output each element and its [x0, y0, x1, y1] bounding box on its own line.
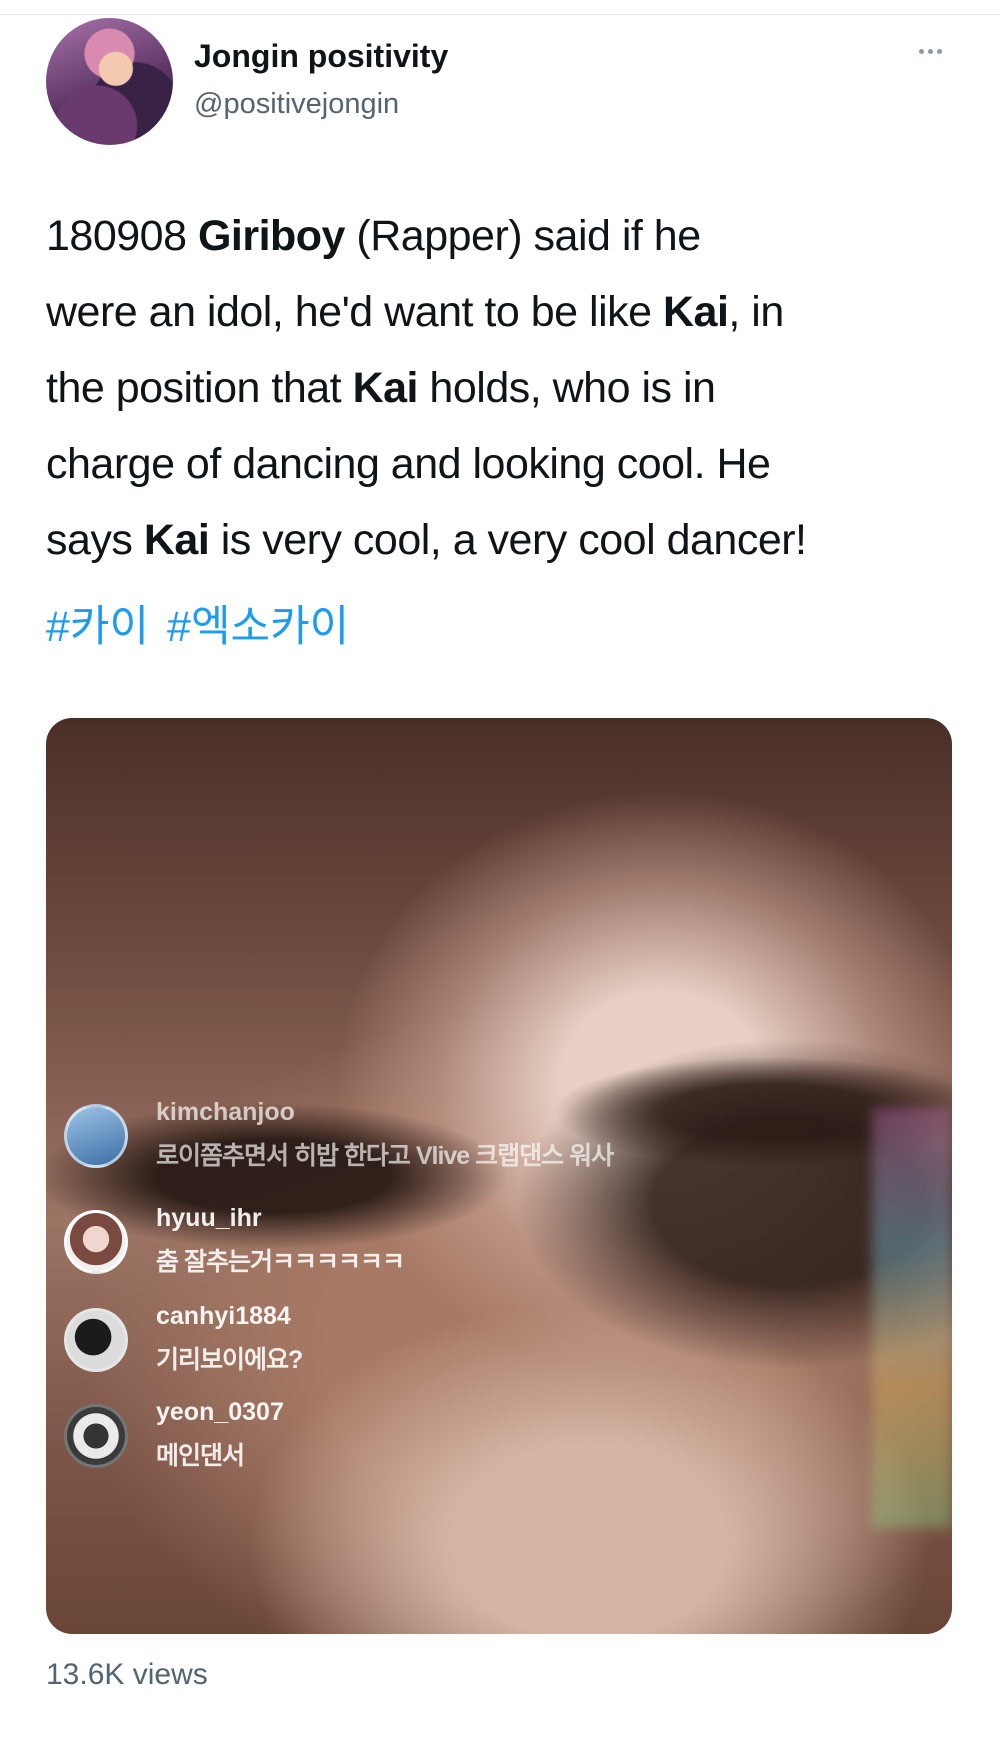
- more-horizontal-icon: [936, 48, 942, 54]
- tweet-text-line: 180908 Giriboy (Rapper) said if he: [46, 198, 966, 274]
- comment-avatar: [64, 1104, 128, 1168]
- author-handle[interactable]: @positivejongin: [194, 88, 399, 121]
- view-count: 13.6K views: [46, 1658, 208, 1691]
- hashtag-link[interactable]: #카이: [46, 603, 149, 651]
- comment-avatar: [64, 1404, 128, 1468]
- tweet-text-segment: 180908: [46, 212, 198, 260]
- comment-message: 로이쫌추면서 히밥 한다고 Vlive 크랩댄스 워사: [156, 1142, 614, 1170]
- more-horizontal-icon: [927, 48, 933, 54]
- comment-username: hyuu_ihr: [156, 1204, 262, 1232]
- tweet-text-line: charge of dancing and looking cool. He: [46, 426, 966, 502]
- tweet-text-bold: Giriboy: [197, 212, 346, 260]
- tweet-text-segment: holds, who is in: [417, 364, 716, 412]
- comment-avatar: [64, 1210, 128, 1274]
- live-comment: kimchanjoo 로이쫌추면서 히밥 한다고 Vlive 크랩댄스 워사: [64, 1098, 704, 1186]
- media-video[interactable]: kimchanjoo 로이쫌추면서 히밥 한다고 Vlive 크랩댄스 워사 h…: [46, 718, 952, 1634]
- tweet-text-segment: the position that: [46, 364, 353, 412]
- tweet-text-segment: charge of dancing and looking cool. He: [46, 440, 771, 488]
- more-horizontal-icon: [918, 48, 924, 54]
- tweet-text-line: were an idol, he'd want to be like Kai, …: [46, 274, 966, 350]
- tweet-text-bold: Kai: [143, 516, 210, 564]
- tweet-text-bold: Kai: [352, 364, 419, 412]
- tweet-text-segment: is very cool, a very cool dancer!: [209, 516, 807, 564]
- author-display-name[interactable]: Jongin positivity: [194, 38, 448, 75]
- comment-message: 기리보이에요?: [156, 1346, 303, 1374]
- comment-username: kimchanjoo: [156, 1098, 295, 1126]
- tweet-text: 180908 Giriboy (Rapper) said if he were a…: [46, 198, 966, 578]
- live-comment: hyuu_ihr 춤 잘추는거ㅋㅋㅋㅋㅋㅋ: [64, 1204, 704, 1292]
- more-options-button[interactable]: [908, 36, 952, 66]
- tweet-text-segment: were an idol, he'd want to be like: [46, 288, 663, 336]
- live-hearts-overlay: [872, 1108, 952, 1528]
- live-comment: canhyi1884 기리보이에요?: [64, 1302, 704, 1390]
- author-avatar[interactable]: [46, 18, 173, 145]
- hashtag-link[interactable]: #엑소카이: [167, 603, 349, 651]
- tweet-text-segment: (Rapper) said if he: [344, 212, 701, 260]
- tweet-text-line: the position that Kai holds, who is in: [46, 350, 966, 426]
- top-divider: [0, 14, 1000, 15]
- tweet-text-segment: says: [46, 516, 144, 564]
- live-comment: yeon_0307 메인댄서: [64, 1398, 704, 1486]
- tweet-text-line: says Kai is very cool, a very cool dance…: [46, 502, 966, 578]
- comment-message: 춤 잘추는거ㅋㅋㅋㅋㅋㅋ: [156, 1248, 405, 1276]
- hashtag-list: #카이 #엑소카이: [46, 592, 367, 654]
- tweet-text-bold: Kai: [662, 288, 729, 336]
- comment-avatar: [64, 1308, 128, 1372]
- tweet-text-segment: , in: [728, 288, 784, 336]
- comment-username: yeon_0307: [156, 1398, 284, 1426]
- comment-message: 메인댄서: [156, 1442, 245, 1470]
- comment-username: canhyi1884: [156, 1302, 291, 1330]
